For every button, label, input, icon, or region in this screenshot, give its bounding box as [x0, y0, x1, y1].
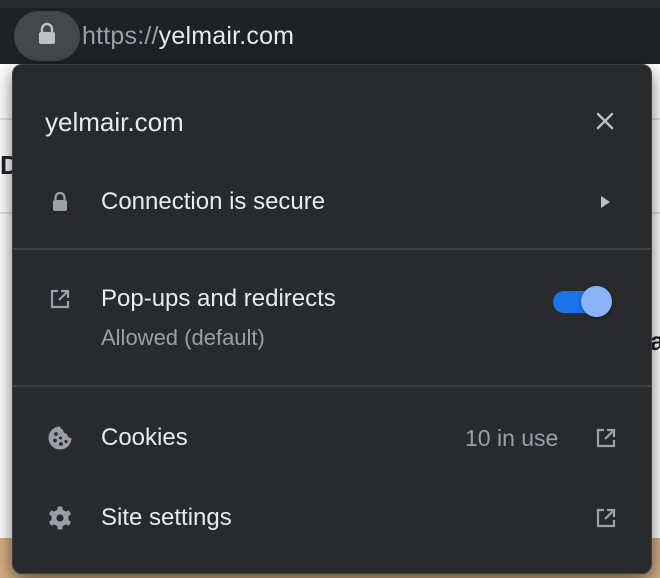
site-settings-row[interactable]: Site settings	[13, 495, 651, 545]
page-info-popup: yelmair.com Connection is secure Pop-ups…	[12, 64, 652, 574]
cookie-icon	[47, 425, 73, 451]
chevron-right-icon[interactable]	[591, 188, 619, 216]
popups-toggle[interactable]	[553, 284, 612, 317]
toggle-knob	[581, 286, 612, 317]
site-info-button[interactable]	[14, 11, 80, 61]
lock-icon	[37, 22, 57, 51]
cookies-count: 10 in use	[465, 425, 559, 451]
cookies-label: Cookies	[101, 424, 188, 451]
popups-label: Pop-ups and redirects	[101, 285, 336, 312]
address-bar[interactable]: https://yelmair.com	[0, 8, 660, 64]
tab-strip-edge	[0, 0, 660, 8]
close-icon	[595, 111, 615, 136]
url-scheme: https://	[82, 22, 159, 50]
section-divider	[13, 385, 651, 387]
url-host: yelmair.com	[158, 22, 295, 50]
popups-status: Allowed (default)	[101, 325, 265, 350]
site-settings-label: Site settings	[101, 504, 232, 531]
popup-title: yelmair.com	[45, 107, 184, 137]
browser-toolbar: https://yelmair.com	[0, 0, 660, 72]
external-link-icon[interactable]	[593, 505, 619, 531]
external-link-icon[interactable]	[593, 425, 619, 451]
open-in-new-icon	[47, 286, 73, 312]
close-button[interactable]	[591, 109, 619, 137]
gear-icon	[47, 505, 73, 531]
lock-icon	[47, 189, 73, 215]
connection-label: Connection is secure	[101, 188, 326, 215]
cookies-row[interactable]: Cookies 10 in use	[13, 415, 651, 465]
url-text[interactable]: https://yelmair.com	[82, 21, 294, 51]
connection-row[interactable]: Connection is secure	[13, 177, 651, 227]
section-divider	[13, 248, 651, 250]
